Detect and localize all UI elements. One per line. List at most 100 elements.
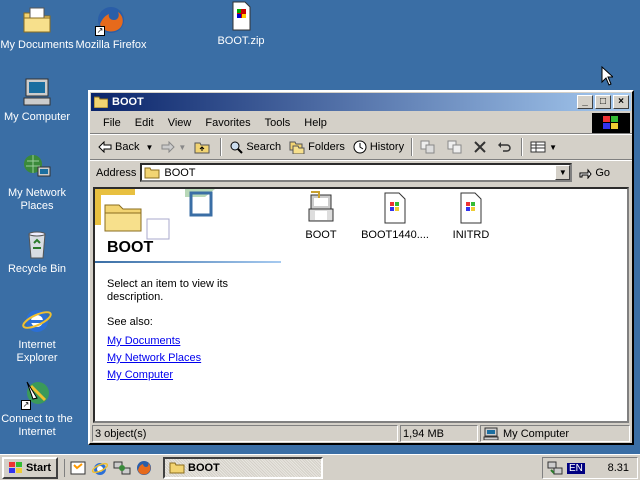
go-arrow-icon xyxy=(579,168,592,179)
network-tray-icon[interactable] xyxy=(547,460,563,476)
network-icon xyxy=(21,152,53,184)
desktop-icon-internet-explorer[interactable]: Internet Explorer xyxy=(0,304,74,365)
computer-icon xyxy=(21,76,53,108)
copy-to-button[interactable] xyxy=(443,138,470,156)
back-arrow-icon xyxy=(98,141,112,153)
link-my-network-places[interactable]: My Network Places xyxy=(107,352,201,364)
toolbar-separator xyxy=(411,138,414,156)
undo-icon xyxy=(498,142,511,152)
status-object-count: 3 object(s) xyxy=(92,425,398,442)
standard-toolbar: Back ▼ ▼ Search Folders History ▼ xyxy=(90,134,632,160)
system-file-icon xyxy=(379,191,411,225)
forward-arrow-icon xyxy=(161,141,176,153)
menu-favorites[interactable]: Favorites xyxy=(198,115,257,131)
desktop-icon-label: Recycle Bin xyxy=(7,263,67,275)
close-button[interactable]: × xyxy=(613,95,629,109)
views-button[interactable]: ▼ xyxy=(526,139,561,155)
menu-file[interactable]: File xyxy=(96,115,128,131)
search-label: Search xyxy=(246,141,282,153)
folders-label: Folders xyxy=(308,141,345,153)
link-my-computer[interactable]: My Computer xyxy=(107,369,173,381)
network-icon[interactable] xyxy=(113,459,131,477)
start-label: Start xyxy=(25,461,52,474)
address-input[interactable]: BOOT ▼ xyxy=(140,163,573,182)
file-item-boot1440[interactable]: BOOT1440.... xyxy=(355,191,435,241)
folders-icon xyxy=(289,141,305,154)
delete-button[interactable] xyxy=(470,139,493,155)
copy-to-icon xyxy=(447,140,462,154)
pane-description: Select an item to view its description. xyxy=(107,278,229,303)
file-item-initrd[interactable]: INITRD xyxy=(431,191,511,241)
address-dropdown-button[interactable]: ▼ xyxy=(555,165,571,180)
clock[interactable]: 8.31 xyxy=(608,462,629,474)
shortcut-arrow-icon: ↗ xyxy=(95,26,105,36)
chevron-down-icon: ▼ xyxy=(549,142,558,152)
move-to-button[interactable] xyxy=(416,138,443,156)
pane-divider xyxy=(95,261,281,263)
delete-icon xyxy=(474,141,486,153)
history-label: History xyxy=(369,141,405,153)
see-also-label: See also: xyxy=(107,316,153,328)
address-bar: Address BOOT ▼ Go xyxy=(90,160,632,184)
language-indicator[interactable]: EN xyxy=(567,462,585,474)
folder-icon xyxy=(144,167,160,179)
menu-tools[interactable]: Tools xyxy=(258,115,298,131)
system-file-icon xyxy=(225,0,257,32)
desktop-icon-recycle-bin[interactable]: Recycle Bin xyxy=(0,228,74,276)
views-icon xyxy=(530,141,546,153)
file-name: BOOT1440.... xyxy=(361,229,429,241)
desktop-icon-boot-zip[interactable]: BOOT.zip xyxy=(204,0,278,48)
file-item-boot[interactable]: BOOT xyxy=(281,191,361,241)
menu-view[interactable]: View xyxy=(161,115,199,131)
windows-logo-icon xyxy=(592,113,630,133)
minimize-button[interactable]: _ xyxy=(577,95,593,109)
desktop-icon-label: Connect to the Internet xyxy=(1,413,73,438)
search-button[interactable]: Search xyxy=(225,138,285,156)
desktop-icon-connect-to-internet[interactable]: ↗ Connect to the Internet xyxy=(0,378,74,439)
computer-icon xyxy=(483,427,499,440)
menu-help[interactable]: Help xyxy=(297,115,334,131)
go-button[interactable]: Go xyxy=(578,167,610,179)
window-titlebar[interactable]: BOOT _ □ × xyxy=(91,93,631,111)
firefox-icon[interactable] xyxy=(135,459,153,477)
up-folder-button[interactable] xyxy=(190,138,217,156)
system-tray: EN 8.31 xyxy=(542,457,638,479)
desktop-icon-label: Mozilla Firefox xyxy=(75,39,147,51)
file-name: INITRD xyxy=(452,229,490,241)
desktop-icon-mozilla-firefox[interactable]: ↗ Mozilla Firefox xyxy=(74,4,148,52)
folder-icon xyxy=(169,462,185,474)
status-location: My Computer xyxy=(480,425,630,442)
maximize-button[interactable]: □ xyxy=(595,95,611,109)
go-label: Go xyxy=(595,166,611,179)
desktop-icon-label: My Computer xyxy=(3,111,71,123)
desktop-icon-my-computer[interactable]: My Computer xyxy=(0,76,74,124)
explorer-window: BOOT _ □ × File Edit View Favorites Tool… xyxy=(88,90,634,445)
chevron-down-icon: ▼ xyxy=(145,142,154,152)
toolbar-separator xyxy=(521,138,524,156)
folder-content-pane: BOOT Select an item to view its descript… xyxy=(93,187,629,423)
connect-wizard-icon: ↗ xyxy=(21,378,53,410)
menu-edit[interactable]: Edit xyxy=(128,115,161,131)
show-desktop-icon[interactable] xyxy=(69,459,87,477)
start-button[interactable]: Start xyxy=(2,456,58,479)
link-my-documents[interactable]: My Documents xyxy=(107,335,180,347)
back-label: Back xyxy=(115,141,140,153)
menu-bar: File Edit View Favorites Tools Help xyxy=(90,112,632,134)
taskbar: Start BOOT EN 8.31 xyxy=(0,454,640,480)
pane-header: BOOT xyxy=(95,189,281,263)
internet-explorer-icon[interactable] xyxy=(91,459,109,477)
quick-launch xyxy=(64,458,157,477)
taskbar-button-boot[interactable]: BOOT xyxy=(163,456,323,479)
history-button[interactable]: History xyxy=(349,138,408,156)
internet-explorer-icon xyxy=(21,304,53,336)
folders-button[interactable]: Folders xyxy=(285,138,349,156)
desktop-icon-my-documents[interactable]: My Documents xyxy=(0,4,74,52)
toolbar-separator xyxy=(220,138,223,156)
address-label: Address xyxy=(96,166,137,179)
desktop-icon-my-network-places[interactable]: My Network Places xyxy=(0,152,74,213)
web-view-pane: BOOT Select an item to view its descript… xyxy=(95,189,281,421)
status-bar: 3 object(s) 1,94 MB My Computer xyxy=(92,425,632,443)
undo-button[interactable] xyxy=(493,139,518,155)
back-button[interactable]: Back ▼ xyxy=(94,139,157,155)
forward-button[interactable]: ▼ xyxy=(157,139,190,155)
